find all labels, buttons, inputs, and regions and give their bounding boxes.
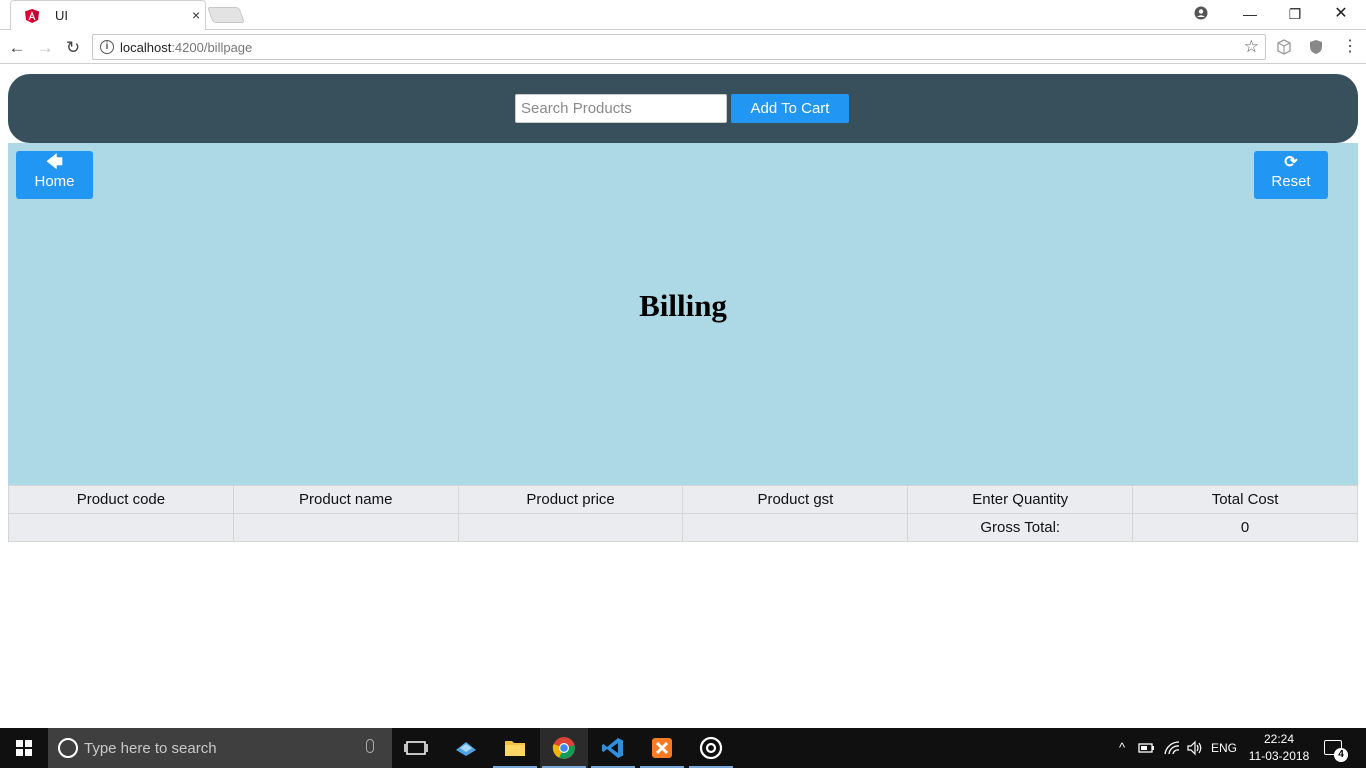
taskbar-app-file-explorer[interactable] (491, 728, 539, 768)
page-content: Add To Cart 🡄 Home ⟳ Reset Billing Produ… (0, 65, 1366, 728)
search-header-bar: Add To Cart (8, 74, 1358, 143)
tab-close-icon[interactable]: × (192, 7, 200, 23)
windows-logo-icon (16, 740, 32, 756)
browser-tab-active[interactable]: UI × (10, 0, 206, 30)
language-indicator[interactable]: ENG (1208, 728, 1240, 768)
battery-icon[interactable] (1138, 740, 1156, 756)
window-restore-button[interactable]: ❐ (1283, 4, 1307, 24)
reset-button[interactable]: ⟳ Reset (1254, 151, 1328, 199)
clock-time: 22:24 (1263, 732, 1295, 746)
table-header-row: Product code Product name Product price … (8, 485, 1358, 514)
taskbar-app-vscode[interactable] (589, 728, 637, 768)
window-minimize-button[interactable]: — (1238, 4, 1262, 24)
browser-menu-icon[interactable]: ⋮ (1342, 38, 1358, 56)
search-products-input[interactable] (515, 94, 727, 123)
task-view-icon (404, 741, 428, 755)
clock-date: 11-03-2018 (1248, 749, 1310, 763)
taskbar-clock[interactable]: 22:24 11-03-2018 (1242, 731, 1316, 765)
column-header-product-code: Product code (8, 485, 234, 514)
refresh-icon: ⟳ (1284, 154, 1298, 171)
home-button-label: Home (34, 173, 75, 190)
notification-count-badge: 4 (1334, 748, 1348, 762)
start-button[interactable] (0, 728, 48, 768)
back-arrow-icon[interactable]: ← (6, 37, 28, 59)
taskbar-app-media[interactable] (687, 728, 735, 768)
column-header-product-name: Product name (232, 485, 459, 514)
browser-titlebar: UI × — ❐ ✕ (0, 0, 1366, 30)
forward-arrow-icon[interactable]: → (34, 37, 56, 59)
table-cell-empty (457, 513, 684, 542)
column-header-enter-quantity: Enter Quantity (907, 485, 1134, 514)
table-cell-empty (8, 513, 234, 542)
photos-app-icon (456, 742, 476, 756)
vscode-icon (602, 738, 623, 758)
gross-total-row: Gross Total: 0 (8, 513, 1358, 542)
table-cell-empty (682, 513, 909, 542)
url-host: localhost (120, 40, 172, 55)
new-tab-button[interactable] (207, 7, 245, 23)
groove-music-icon (699, 736, 723, 760)
home-button[interactable]: 🡄 Home (16, 151, 93, 199)
reload-icon[interactable]: ↻ (62, 37, 84, 59)
angular-logo-icon (25, 9, 39, 23)
page-title: Billing (639, 288, 727, 323)
window-close-button[interactable]: ✕ (1329, 4, 1353, 24)
profile-icon[interactable] (1189, 4, 1213, 24)
taskbar-app-xampp[interactable] (638, 728, 686, 768)
volume-icon[interactable] (1186, 740, 1204, 756)
taskbar-search-box[interactable]: Type here to search (48, 728, 392, 768)
gross-total-value: 0 (1132, 513, 1358, 542)
column-header-product-gst: Product gst (682, 485, 909, 514)
column-header-product-price: Product price (457, 485, 684, 514)
billing-table: Product code Product name Product price … (8, 485, 1358, 542)
billing-hero: 🡄 Home ⟳ Reset Billing (8, 143, 1358, 485)
reset-button-label: Reset (1271, 173, 1311, 190)
wifi-icon[interactable] (1163, 740, 1181, 756)
address-bar[interactable]: i localhost:4200/billpage ☆ (92, 34, 1266, 60)
tray-chevron-icon[interactable]: ^ (1114, 728, 1130, 768)
taskbar-search-placeholder: Type here to search (84, 740, 217, 757)
cortana-icon (58, 738, 78, 758)
microphone-icon[interactable] (366, 739, 374, 753)
xampp-icon (652, 738, 672, 758)
tab-title: UI (55, 8, 68, 23)
url-path: :4200/billpage (171, 40, 253, 55)
table-cell-empty (232, 513, 459, 542)
url-text[interactable]: localhost:4200/billpage (120, 40, 252, 55)
extension-shield-icon[interactable] (1309, 39, 1323, 55)
column-header-total-cost: Total Cost (1132, 485, 1358, 514)
bookmark-star-icon[interactable]: ☆ (1244, 37, 1259, 57)
task-view-button[interactable] (392, 728, 440, 768)
folder-icon (505, 741, 525, 756)
site-info-icon[interactable]: i (100, 40, 114, 54)
taskbar-app-photos[interactable] (442, 728, 490, 768)
add-to-cart-button[interactable]: Add To Cart (731, 94, 849, 123)
extension-cube-icon[interactable] (1277, 39, 1291, 55)
windows-taskbar: Type here to search ^ ENG 22:24 11-03-20… (0, 728, 1366, 768)
taskbar-app-chrome[interactable] (540, 728, 588, 768)
chrome-icon (552, 737, 575, 759)
browser-toolbar: ← → ↻ i localhost:4200/billpage ☆ ⋮ (0, 31, 1366, 64)
arrow-left-icon: 🡄 (46, 154, 63, 171)
gross-total-label: Gross Total: (907, 513, 1134, 542)
